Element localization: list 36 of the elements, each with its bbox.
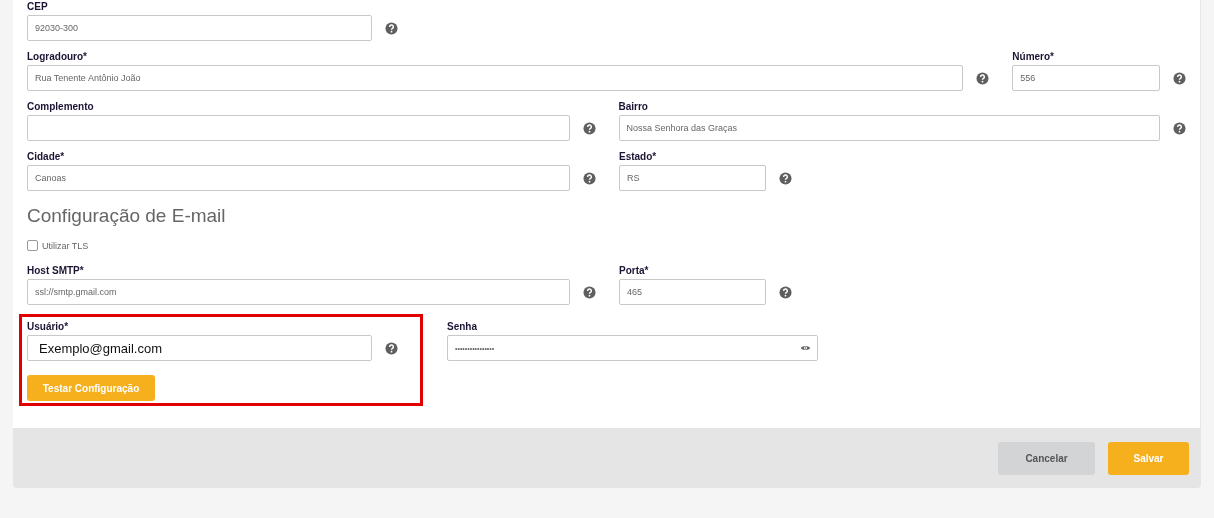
section-heading: Configuração de E-mail — [27, 205, 227, 227]
field-label: Complemento — [27, 100, 95, 113]
cancel-button[interactable]: Cancelar — [998, 441, 1095, 475]
field-label: Host SMTP* — [27, 264, 85, 277]
field-label: Bairro — [618, 100, 649, 113]
help-icon[interactable] — [1173, 121, 1186, 135]
email-field[interactable]: Exemplo@gmail.com — [27, 335, 372, 361]
text-field[interactable] — [27, 115, 570, 141]
help-icon[interactable] — [976, 71, 990, 85]
text-field[interactable]: Nossa Senhora das Graças — [618, 115, 1160, 141]
text-field[interactable]: 92030-300 — [27, 15, 372, 41]
field-label: Logradouro* — [27, 50, 88, 63]
eye-icon[interactable] — [800, 344, 811, 352]
text-field[interactable]: 556 — [1012, 65, 1160, 91]
field-label: Senha — [447, 320, 478, 333]
text-field[interactable]: Canoas — [27, 165, 570, 191]
field-label: Porta* — [619, 264, 650, 277]
help-icon[interactable] — [1173, 71, 1186, 85]
field-label: Número* — [1012, 50, 1055, 63]
field-label: Usuário* — [27, 320, 70, 333]
help-icon[interactable] — [583, 285, 596, 299]
text-field[interactable]: 465 — [619, 279, 766, 305]
field-label: CEP — [27, 0, 49, 13]
field-label: Cidade* — [27, 150, 66, 163]
text-field[interactable]: Rua Tenente Antônio João — [27, 65, 964, 91]
help-icon[interactable] — [582, 121, 596, 135]
tls-checkbox[interactable] — [27, 240, 38, 251]
help-icon[interactable] — [583, 171, 596, 185]
help-icon[interactable] — [779, 171, 792, 185]
help-icon[interactable] — [385, 21, 398, 35]
text-field[interactable]: RS — [619, 165, 766, 191]
help-icon[interactable] — [779, 285, 792, 299]
text-field[interactable]: ssl://smtp.gmail.com — [27, 279, 570, 305]
field-label: Estado* — [619, 150, 658, 163]
help-icon[interactable] — [385, 341, 398, 355]
checkbox-label: Utilizar TLS — [42, 240, 89, 251]
